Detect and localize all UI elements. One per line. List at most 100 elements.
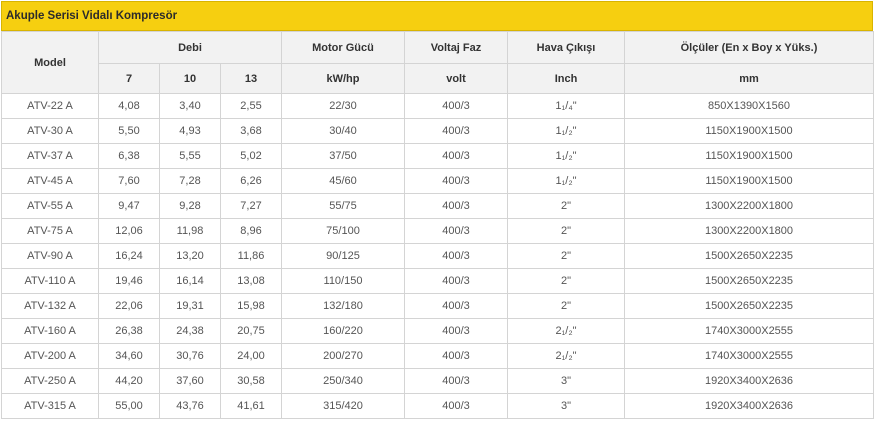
cell-olculer: 1500X2650X2235 <box>624 268 874 294</box>
cell-motor: 45/60 <box>281 168 405 194</box>
cell-voltaj: 400/3 <box>404 143 508 169</box>
cell-olculer: 850X1390X1560 <box>624 93 874 119</box>
cell-debi-13: 2,55 <box>220 93 282 119</box>
cell-hava: 2" <box>507 218 625 244</box>
table-row: ATV-160 A 26,38 24,38 20,75 160/220 400/3 2₁/₂… <box>1 318 874 344</box>
header-olculer: Ölçüler (En x Boy x Yüks.) <box>624 31 874 64</box>
cell-model: ATV-200 A <box>1 343 99 369</box>
cell-debi-10: 30,76 <box>159 343 221 369</box>
cell-olculer: 1920X3400X2636 <box>624 368 874 394</box>
cell-debi-13: 41,61 <box>220 393 282 419</box>
cell-voltaj: 400/3 <box>404 93 508 119</box>
cell-debi-10: 3,40 <box>159 93 221 119</box>
cell-motor: 160/220 <box>281 318 405 344</box>
table-row: ATV-30 A 5,50 4,93 3,68 30/40 400/3 1₁/₂" 1150X… <box>1 118 874 144</box>
cell-motor: 90/125 <box>281 243 405 269</box>
cell-model: ATV-75 A <box>1 218 99 244</box>
cell-motor: 55/75 <box>281 193 405 219</box>
header-voltaj-unit: volt <box>404 63 508 94</box>
cell-debi-10: 16,14 <box>159 268 221 294</box>
cell-debi-10: 11,98 <box>159 218 221 244</box>
cell-motor: 37/50 <box>281 143 405 169</box>
cell-debi-10: 37,60 <box>159 368 221 394</box>
cell-hava: 3" <box>507 368 625 394</box>
cell-debi-13: 15,98 <box>220 293 282 319</box>
cell-olculer: 1150X1900X1500 <box>624 168 874 194</box>
table-row: ATV-55 A 9,47 9,28 7,27 55/75 400/3 2" 1300X220… <box>1 193 874 219</box>
table-row: ATV-90 A 16,24 13,20 11,86 90/125 400/3 2" 1500… <box>1 243 874 269</box>
cell-hava: 1₁/₂" <box>507 118 625 144</box>
spec-table: Model Debi Motor Gücü Voltaj Faz Hava Çı… <box>1 31 874 419</box>
cell-model: ATV-55 A <box>1 193 99 219</box>
table-row: ATV-200 A 34,60 30,76 24,00 200/270 400/3 2₁/₂… <box>1 343 874 369</box>
cell-motor: 200/270 <box>281 343 405 369</box>
cell-hava: 3" <box>507 393 625 419</box>
cell-model: ATV-250 A <box>1 368 99 394</box>
cell-model: ATV-315 A <box>1 393 99 419</box>
table-row: ATV-22 A 4,08 3,40 2,55 22/30 400/3 1₁/₄" 850X1… <box>1 93 874 119</box>
cell-voltaj: 400/3 <box>404 393 508 419</box>
cell-debi-13: 24,00 <box>220 343 282 369</box>
header-debi-7: 7 <box>98 63 160 94</box>
cell-hava: 1₁/₂" <box>507 168 625 194</box>
cell-model: ATV-90 A <box>1 243 99 269</box>
cell-olculer: 1500X2650X2235 <box>624 243 874 269</box>
cell-hava: 2" <box>507 243 625 269</box>
cell-olculer: 1920X3400X2636 <box>624 393 874 419</box>
cell-hava: 1₁/₄" <box>507 93 625 119</box>
cell-voltaj: 400/3 <box>404 218 508 244</box>
cell-model: ATV-110 A <box>1 268 99 294</box>
cell-hava: 2" <box>507 193 625 219</box>
cell-debi-7: 5,50 <box>98 118 160 144</box>
cell-hava: 1₁/₂" <box>507 143 625 169</box>
spec-table-body: ATV-22 A 4,08 3,40 2,55 22/30 400/3 1₁/₄" 850X1… <box>1 93 874 419</box>
cell-debi-13: 7,27 <box>220 193 282 219</box>
table-row: ATV-132 A 22,06 19,31 15,98 132/180 400/3 2" 15… <box>1 293 874 319</box>
table-row: ATV-315 A 55,00 43,76 41,61 315/420 400/3 3" 19… <box>1 393 874 419</box>
cell-debi-10: 13,20 <box>159 243 221 269</box>
header-debi: Debi <box>98 31 282 64</box>
cell-debi-10: 19,31 <box>159 293 221 319</box>
cell-voltaj: 400/3 <box>404 193 508 219</box>
cell-debi-7: 4,08 <box>98 93 160 119</box>
cell-debi-10: 9,28 <box>159 193 221 219</box>
cell-motor: 132/180 <box>281 293 405 319</box>
header-debi-13: 13 <box>220 63 282 94</box>
cell-debi-13: 3,68 <box>220 118 282 144</box>
table-row: ATV-75 A 12,06 11,98 8,96 75/100 400/3 2" 1300X… <box>1 218 874 244</box>
header-olculer-unit: mm <box>624 63 874 94</box>
cell-voltaj: 400/3 <box>404 243 508 269</box>
cell-voltaj: 400/3 <box>404 118 508 144</box>
header-motor-unit: kW/hp <box>281 63 405 94</box>
cell-debi-7: 55,00 <box>98 393 160 419</box>
cell-motor: 315/420 <box>281 393 405 419</box>
header-hava-unit: Inch <box>507 63 625 94</box>
cell-debi-13: 30,58 <box>220 368 282 394</box>
table-row: ATV-37 A 6,38 5,55 5,02 37/50 400/3 1₁/₂" 1150X… <box>1 143 874 169</box>
cell-debi-13: 8,96 <box>220 218 282 244</box>
table-row: ATV-110 A 19,46 16,14 13,08 110/150 400/3 2" 15… <box>1 268 874 294</box>
cell-olculer: 1740X3000X2555 <box>624 343 874 369</box>
cell-debi-7: 26,38 <box>98 318 160 344</box>
cell-olculer: 1300X2200X1800 <box>624 193 874 219</box>
cell-debi-7: 22,06 <box>98 293 160 319</box>
table-title: Akuple Serisi Vidalı Kompresör <box>1 1 873 31</box>
cell-model: ATV-160 A <box>1 318 99 344</box>
cell-olculer: 1500X2650X2235 <box>624 293 874 319</box>
table-row: ATV-45 A 7,60 7,28 6,26 45/60 400/3 1₁/₂" 1150X… <box>1 168 874 194</box>
cell-motor: 110/150 <box>281 268 405 294</box>
cell-hava: 2" <box>507 293 625 319</box>
cell-debi-13: 11,86 <box>220 243 282 269</box>
cell-motor: 250/340 <box>281 368 405 394</box>
cell-motor: 22/30 <box>281 93 405 119</box>
header-motor: Motor Gücü <box>281 31 405 64</box>
cell-model: ATV-37 A <box>1 143 99 169</box>
cell-hava: 2₁/₂" <box>507 343 625 369</box>
cell-debi-13: 6,26 <box>220 168 282 194</box>
table-row: ATV-250 A 44,20 37,60 30,58 250/340 400/3 3" 19… <box>1 368 874 394</box>
cell-voltaj: 400/3 <box>404 318 508 344</box>
cell-debi-7: 16,24 <box>98 243 160 269</box>
cell-hava: 2" <box>507 268 625 294</box>
cell-debi-13: 20,75 <box>220 318 282 344</box>
cell-debi-7: 12,06 <box>98 218 160 244</box>
